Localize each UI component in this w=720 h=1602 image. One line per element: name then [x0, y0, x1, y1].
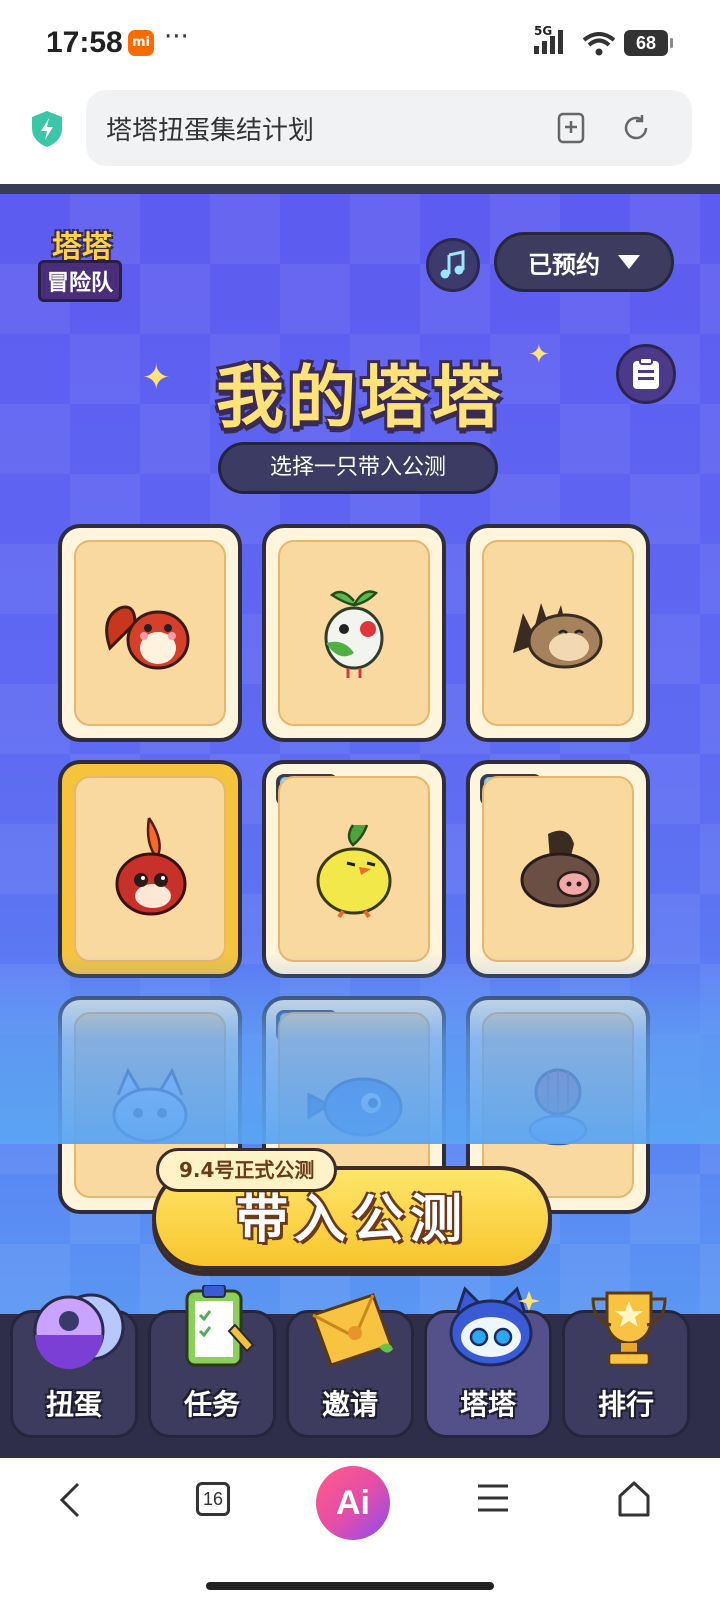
ai-icon[interactable]: Ai	[316, 1466, 390, 1540]
wifi-icon	[582, 32, 616, 56]
refresh-icon[interactable]	[620, 112, 652, 144]
tab-label: 扭蛋	[45, 1388, 102, 1421]
creature-card[interactable]	[58, 524, 242, 742]
records-button[interactable]	[616, 344, 676, 404]
sprout-bird-icon	[324, 590, 384, 678]
home-icon[interactable]	[616, 1480, 652, 1518]
tab-tasks[interactable]: 任务	[148, 1285, 276, 1438]
subtitle-pill: 选择一只带入公测	[218, 442, 498, 494]
menu-icon[interactable]	[476, 1480, 510, 1516]
logo-bottom-text: 冒险队	[38, 260, 123, 302]
grid-fade-overlay	[0, 954, 720, 1144]
tab-tata[interactable]: 塔塔	[424, 1286, 552, 1438]
game-logo: 塔塔 冒险队	[34, 222, 162, 302]
creature-card[interactable]	[262, 524, 446, 742]
creature-card-selected[interactable]	[58, 760, 242, 978]
hedgehog-icon	[513, 603, 603, 669]
creature-card[interactable]	[466, 524, 650, 742]
clipboard-checklist-icon	[185, 1285, 255, 1367]
reserved-dropdown[interactable]: 已预约	[494, 232, 674, 292]
battery-indicator: 68	[624, 30, 673, 56]
pear-bird-icon	[316, 824, 392, 919]
red-squirrel-icon	[105, 605, 190, 670]
launch-date-tag: 9.4号正式公测	[156, 1148, 338, 1192]
robot-cat-icon	[449, 1286, 540, 1367]
reserved-label: 已预约	[528, 250, 600, 279]
boar-icon	[520, 830, 600, 908]
creature-card[interactable]: x2	[262, 760, 446, 978]
fire-bird-icon	[115, 817, 187, 916]
status-more-dots: ···	[164, 22, 189, 52]
back-icon[interactable]	[58, 1480, 82, 1520]
tab-invite[interactable]: 邀请	[286, 1293, 414, 1438]
home-indicator	[206, 1582, 494, 1590]
chevron-down-icon	[618, 255, 640, 269]
tab-gacha[interactable]: 扭蛋	[10, 1293, 138, 1438]
tab-ranking[interactable]: 排行	[562, 1291, 690, 1438]
add-bookmark-icon[interactable]	[556, 112, 586, 144]
tab-label: 排行	[597, 1388, 654, 1421]
creature-card[interactable]: x2	[466, 760, 650, 978]
tab-label: 邀请	[321, 1388, 378, 1421]
music-button[interactable]	[426, 238, 480, 292]
envelope-icon	[311, 1293, 393, 1367]
mi-app-icon: mi	[128, 30, 154, 56]
browser-bottom-bar: 16 Ai	[0, 1458, 720, 1602]
trophy-icon	[591, 1291, 667, 1367]
signal-icon	[534, 30, 563, 54]
music-note-icon	[440, 250, 465, 279]
shield-bolt-icon[interactable]	[30, 110, 64, 148]
clipboard-icon	[633, 357, 659, 389]
tab-label: 塔塔	[459, 1388, 516, 1421]
status-time: 17:58	[46, 26, 123, 59]
url-title: 塔塔扭蛋集结计划	[106, 116, 315, 146]
status-bar: 17:58 mi ··· 5G 68	[0, 0, 720, 88]
tab-label: 任务	[183, 1388, 240, 1421]
url-field[interactable]: 塔塔扭蛋集结计划	[86, 90, 692, 166]
tabs-icon[interactable]: 16	[196, 1482, 230, 1516]
browser-address-bar: 塔塔扭蛋集结计划	[0, 88, 720, 184]
page-title: 我的塔塔	[215, 359, 504, 438]
gacha-capsule-icon	[33, 1293, 125, 1369]
game-canvas: 塔塔 冒险队 已预约 ✦ ✦ 我的塔塔 选择一只带入公测 9.4号正式公测 带入…	[0, 184, 720, 1474]
